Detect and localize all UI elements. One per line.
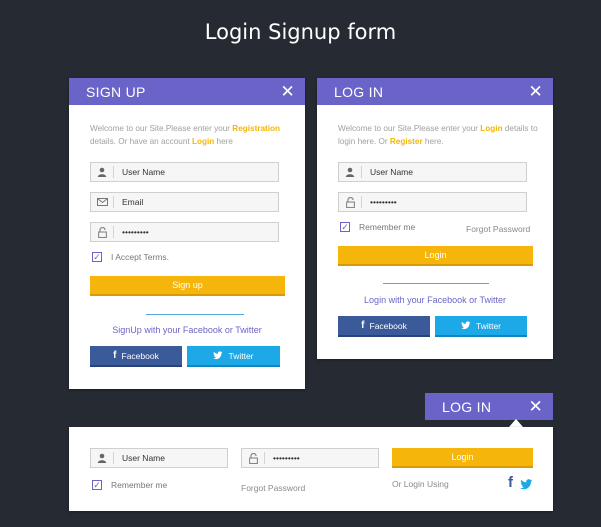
remember-checkbox[interactable]: ✓ Remember me bbox=[340, 222, 415, 232]
terms-label: I Accept Terms. bbox=[111, 252, 169, 262]
login-button[interactable]: Login bbox=[392, 448, 533, 468]
lock-icon bbox=[242, 452, 264, 464]
facebook-label: Facebook bbox=[121, 350, 159, 361]
facebook-button[interactable]: f Facebook bbox=[338, 316, 430, 337]
close-icon[interactable]: ✕ bbox=[528, 83, 543, 100]
password-value: ••••••••• bbox=[273, 453, 300, 463]
check-icon: ✓ bbox=[92, 479, 102, 490]
twitter-icon[interactable] bbox=[520, 479, 533, 490]
inline-login-title: LOG IN bbox=[442, 398, 492, 415]
user-icon bbox=[339, 167, 361, 177]
facebook-icon[interactable]: f bbox=[508, 474, 513, 491]
signup-card: SIGN UP ✕ Welcome to our Site.Please ent… bbox=[69, 78, 305, 389]
signup-social-text: SignUp with your Facebook or Twitter bbox=[112, 325, 262, 335]
signup-title: SIGN UP bbox=[86, 83, 146, 100]
password-field[interactable]: ••••••••• bbox=[338, 192, 527, 212]
forgot-password-link[interactable]: Forgot Password bbox=[466, 224, 530, 234]
remember-label: Remember me bbox=[111, 480, 168, 490]
envelope-icon bbox=[91, 198, 113, 206]
inline-login-tab: LOG IN ✕ bbox=[425, 393, 553, 420]
twitter-label: Twitter bbox=[228, 350, 254, 361]
close-icon[interactable]: ✕ bbox=[528, 398, 543, 415]
page-title: Login Signup form bbox=[204, 20, 397, 44]
inline-login-bar: User Name ••••••••• Login ✓ Remember me … bbox=[69, 427, 553, 511]
login-link[interactable]: Login bbox=[192, 137, 214, 146]
email-value: Email bbox=[122, 197, 144, 207]
login-header: LOG IN ✕ bbox=[317, 78, 553, 105]
username-field[interactable]: User Name bbox=[90, 162, 279, 182]
divider bbox=[383, 283, 489, 284]
signup-intro: Welcome to our Site.Please enter your Re… bbox=[90, 124, 281, 146]
username-value: User Name bbox=[122, 453, 165, 463]
terms-checkbox[interactable]: ✓ I Accept Terms. bbox=[92, 252, 169, 262]
check-icon: ✓ bbox=[92, 251, 102, 262]
twitter-label: Twitter bbox=[475, 320, 502, 331]
login-intro: Welcome to our Site.Please enter your Lo… bbox=[338, 124, 538, 146]
password-field[interactable]: ••••••••• bbox=[90, 222, 279, 242]
username-value: User Name bbox=[370, 167, 413, 177]
username-value: User Name bbox=[122, 167, 165, 177]
signup-button[interactable]: Sign up bbox=[90, 276, 285, 296]
register-link[interactable]: Register bbox=[390, 137, 423, 146]
facebook-icon: f bbox=[361, 320, 365, 331]
login-title: LOG IN bbox=[334, 83, 384, 100]
tab-pointer bbox=[509, 419, 523, 427]
check-icon: ✓ bbox=[340, 221, 350, 232]
user-icon bbox=[91, 453, 113, 463]
password-field[interactable]: ••••••••• bbox=[241, 448, 379, 468]
close-icon[interactable]: ✕ bbox=[280, 83, 295, 100]
signup-header: SIGN UP ✕ bbox=[69, 78, 305, 105]
remember-label: Remember me bbox=[359, 222, 416, 232]
email-field[interactable]: Email bbox=[90, 192, 279, 212]
username-field[interactable]: User Name bbox=[338, 162, 527, 182]
remember-checkbox[interactable]: ✓ Remember me bbox=[92, 480, 167, 490]
lock-icon bbox=[339, 196, 361, 208]
twitter-icon bbox=[213, 351, 224, 360]
login-card: LOG IN ✕ Welcome to our Site.Please ente… bbox=[317, 78, 553, 359]
username-field[interactable]: User Name bbox=[90, 448, 228, 468]
forgot-password-link[interactable]: Forgot Password bbox=[241, 483, 305, 493]
user-icon bbox=[91, 167, 113, 177]
password-value: ••••••••• bbox=[370, 197, 397, 207]
twitter-icon bbox=[460, 321, 471, 330]
login-link[interactable]: Login bbox=[480, 124, 502, 133]
login-social-text: Login with your Facebook or Twitter bbox=[364, 295, 506, 305]
facebook-label: Facebook bbox=[369, 320, 407, 331]
or-login-label: Or Login Using bbox=[392, 479, 449, 489]
facebook-icon: f bbox=[113, 350, 117, 361]
registration-link[interactable]: Registration bbox=[232, 124, 280, 133]
twitter-button[interactable]: Twitter bbox=[435, 316, 527, 337]
password-value: ••••••••• bbox=[122, 227, 149, 237]
facebook-button[interactable]: f Facebook bbox=[90, 346, 182, 367]
twitter-button[interactable]: Twitter bbox=[187, 346, 280, 367]
divider bbox=[146, 314, 244, 315]
login-button[interactable]: Login bbox=[338, 246, 533, 266]
lock-icon bbox=[91, 226, 113, 238]
